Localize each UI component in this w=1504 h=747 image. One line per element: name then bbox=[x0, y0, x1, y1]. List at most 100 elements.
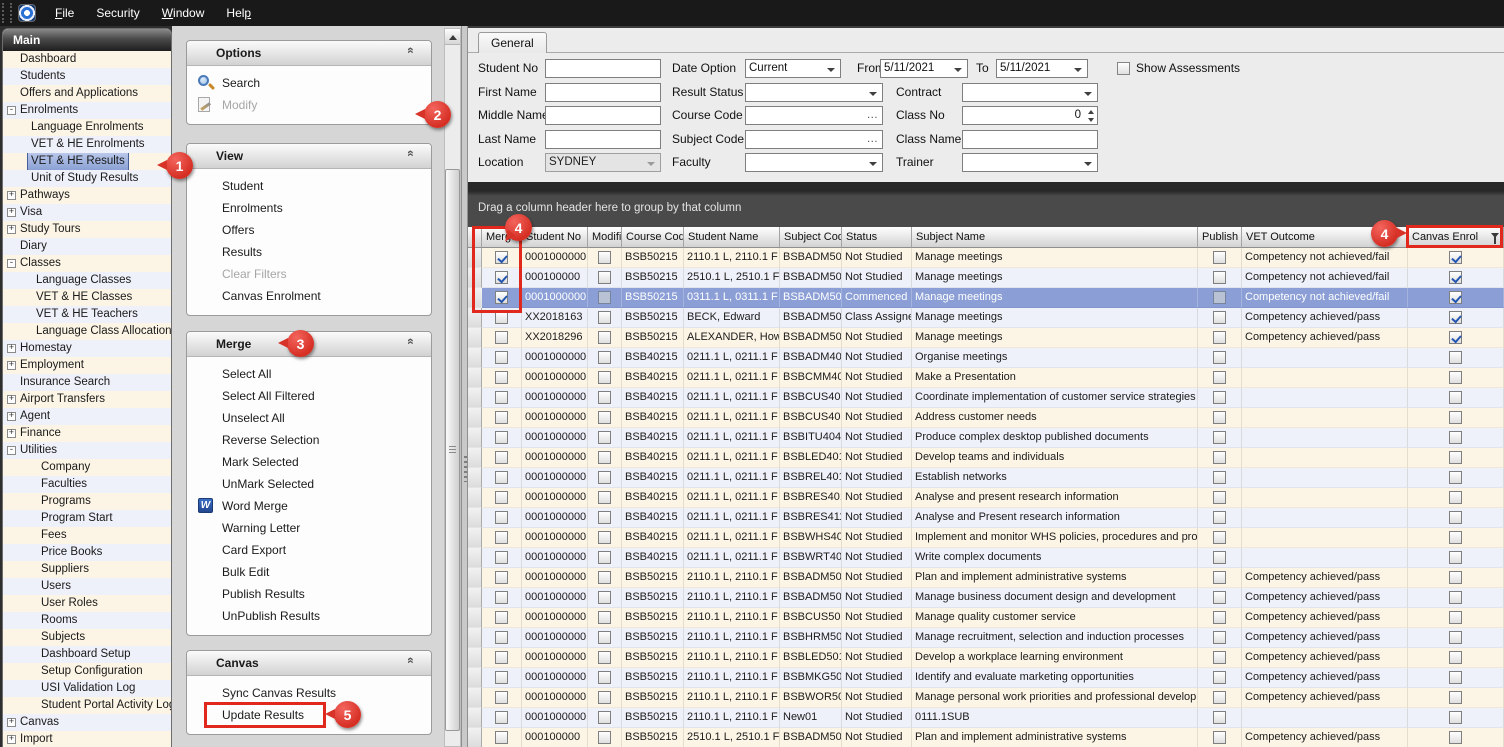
merge-checkbox[interactable] bbox=[495, 611, 508, 624]
table-row[interactable]: 0001000000BSB502152110.1 L, 2110.1 FBSBA… bbox=[468, 248, 1504, 268]
cell-vet-outcome[interactable] bbox=[1242, 368, 1408, 388]
canvas-enrol-checkbox[interactable] bbox=[1449, 731, 1462, 744]
cell-course-code[interactable]: BSB50215 bbox=[622, 328, 684, 348]
cell-status[interactable]: Not Studied bbox=[842, 528, 912, 548]
class-name-input[interactable] bbox=[962, 130, 1098, 149]
cell-student-no[interactable]: 0001000000 bbox=[522, 588, 588, 608]
cell-course-code[interactable]: BSB40215 bbox=[622, 548, 684, 568]
panel-scrollbar[interactable] bbox=[444, 28, 461, 747]
publish-checkbox[interactable] bbox=[1213, 451, 1226, 464]
modified-checkbox[interactable] bbox=[598, 551, 611, 564]
cell-subject-code[interactable]: BSBCUS401 bbox=[780, 388, 842, 408]
cell-vet-outcome[interactable]: Competency achieved/pass bbox=[1242, 568, 1408, 588]
cell-vet-outcome[interactable] bbox=[1242, 508, 1408, 528]
publish-checkbox[interactable] bbox=[1213, 591, 1226, 604]
sidebar-item-vet-he-teachers[interactable]: VET & HE Teachers bbox=[3, 306, 171, 323]
publish-checkbox[interactable] bbox=[1213, 331, 1226, 344]
sidebar-item-price-books[interactable]: Price Books bbox=[3, 544, 171, 561]
cell-subject-name[interactable]: Manage meetings bbox=[912, 248, 1198, 268]
action-select-all-filtered[interactable]: Select All Filtered bbox=[187, 385, 431, 407]
table-row[interactable]: XX2018163BSB50215BECK, EdwardBSBADM502Cl… bbox=[468, 308, 1504, 328]
column-header-vet-outcome[interactable]: VET Outcome bbox=[1242, 227, 1408, 248]
publish-checkbox[interactable] bbox=[1213, 391, 1226, 404]
cell-course-code[interactable]: BSB40215 bbox=[622, 508, 684, 528]
cell-status[interactable]: Not Studied bbox=[842, 388, 912, 408]
canvas-enrol-checkbox[interactable] bbox=[1449, 251, 1462, 264]
cell-subject-name[interactable]: Manage quality customer service bbox=[912, 608, 1198, 628]
cell-status[interactable]: Not Studied bbox=[842, 688, 912, 708]
cell-subject-name[interactable]: Identify and evaluate marketing opportun… bbox=[912, 668, 1198, 688]
canvas-enrol-checkbox[interactable] bbox=[1449, 291, 1462, 304]
faculty-select[interactable] bbox=[745, 153, 883, 172]
table-row[interactable]: 0001000000BSB502152110.1 L, 2110.1 FBSBH… bbox=[468, 628, 1504, 648]
publish-checkbox[interactable] bbox=[1213, 511, 1226, 524]
publish-checkbox[interactable] bbox=[1213, 651, 1226, 664]
action-canvas-enrolment[interactable]: Canvas Enrolment bbox=[187, 285, 431, 307]
publish-checkbox[interactable] bbox=[1213, 431, 1226, 444]
table-row[interactable]: 0001000000BSB502152110.1 L, 2110.1 FNew0… bbox=[468, 708, 1504, 728]
last-name-input[interactable] bbox=[545, 130, 661, 149]
action-offers[interactable]: Offers bbox=[187, 219, 431, 241]
canvas-enrol-checkbox[interactable] bbox=[1449, 431, 1462, 444]
table-row[interactable]: 0001000000BSB502152110.1 L, 2110.1 FBSBM… bbox=[468, 668, 1504, 688]
group-by-band[interactable]: Drag a column header here to group by th… bbox=[468, 182, 1504, 227]
cell-status[interactable]: Not Studied bbox=[842, 248, 912, 268]
cell-student-no[interactable]: 0001000000 bbox=[522, 368, 588, 388]
cell-student-name[interactable]: 0211.1 L, 0211.1 F bbox=[684, 428, 780, 448]
table-row[interactable]: 0001000000BSB402150211.1 L, 0211.1 FBSBA… bbox=[468, 348, 1504, 368]
sidebar-item-language-class-allocation[interactable]: Language Class Allocation bbox=[3, 323, 171, 340]
sidebar-item-classes[interactable]: -Classes bbox=[3, 255, 171, 272]
cell-course-code[interactable]: BSB40215 bbox=[622, 428, 684, 448]
expand-icon[interactable]: + bbox=[7, 429, 16, 438]
sidebar-item-import[interactable]: +Import bbox=[3, 731, 171, 747]
merge-checkbox[interactable] bbox=[495, 491, 508, 504]
cell-student-no[interactable]: 0001000000 bbox=[522, 608, 588, 628]
canvas-enrol-checkbox[interactable] bbox=[1449, 591, 1462, 604]
sidebar-item-agent[interactable]: +Agent bbox=[3, 408, 171, 425]
merge-checkbox[interactable] bbox=[495, 271, 508, 284]
column-header-course-code[interactable]: Course Code bbox=[622, 227, 684, 248]
collapse-chevron-icon[interactable]: « bbox=[409, 657, 423, 667]
cell-subject-code[interactable]: BSBADM502 bbox=[780, 268, 842, 288]
publish-checkbox[interactable] bbox=[1213, 631, 1226, 644]
cell-student-no[interactable]: 0001000000 bbox=[522, 288, 588, 308]
canvas-enrol-checkbox[interactable] bbox=[1449, 671, 1462, 684]
publish-checkbox[interactable] bbox=[1213, 671, 1226, 684]
cell-course-code[interactable]: BSB50215 bbox=[622, 608, 684, 628]
cell-vet-outcome[interactable] bbox=[1242, 348, 1408, 368]
modified-checkbox[interactable] bbox=[598, 711, 611, 724]
sidebar-item-utilities[interactable]: -Utilities bbox=[3, 442, 171, 459]
cell-student-name[interactable]: 2110.1 L, 2110.1 F bbox=[684, 568, 780, 588]
modified-checkbox[interactable] bbox=[598, 371, 611, 384]
cell-student-name[interactable]: 0211.1 L, 0211.1 F bbox=[684, 528, 780, 548]
cell-subject-code[interactable]: BSBHRM506 bbox=[780, 628, 842, 648]
cell-subject-code[interactable]: BSBMKG501 bbox=[780, 668, 842, 688]
cell-subject-code[interactable]: BSBITU404 bbox=[780, 428, 842, 448]
panel-view-title[interactable]: View« bbox=[187, 144, 431, 169]
table-row[interactable]: 0001000000BSB402150211.1 L, 0211.1 FBSBW… bbox=[468, 548, 1504, 568]
cell-vet-outcome[interactable]: Competency achieved/pass bbox=[1242, 628, 1408, 648]
cell-status[interactable]: Not Studied bbox=[842, 628, 912, 648]
cell-vet-outcome[interactable]: Competency not achieved/fail bbox=[1242, 288, 1408, 308]
cell-course-code[interactable]: BSB40215 bbox=[622, 408, 684, 428]
cell-status[interactable]: Not Studied bbox=[842, 328, 912, 348]
subject-code-input[interactable] bbox=[745, 130, 883, 149]
sidebar-item-setup-configuration[interactable]: Setup Configuration bbox=[3, 663, 171, 680]
table-row[interactable]: 0001000000BSB502152110.1 L, 2110.1 FBSBA… bbox=[468, 588, 1504, 608]
cell-student-no[interactable]: 0001000000 bbox=[522, 528, 588, 548]
cell-student-name[interactable]: 0211.1 L, 0211.1 F bbox=[684, 548, 780, 568]
table-row[interactable]: 0001000000BSB502152110.1 L, 2110.1 FBSBA… bbox=[468, 568, 1504, 588]
publish-checkbox[interactable] bbox=[1213, 731, 1226, 744]
cell-student-name[interactable]: ALEXANDER, Howar bbox=[684, 328, 780, 348]
cell-subject-name[interactable]: Manage personal work priorities and prof… bbox=[912, 688, 1198, 708]
menu-item-file[interactable]: File bbox=[44, 0, 85, 26]
cell-student-name[interactable]: 0211.1 L, 0211.1 F bbox=[684, 448, 780, 468]
table-row[interactable]: 0001000000BSB502150311.1 L, 0311.1 FBSBA… bbox=[468, 288, 1504, 308]
modified-checkbox[interactable] bbox=[598, 731, 611, 744]
cell-status[interactable]: Commenced bbox=[842, 288, 912, 308]
cell-student-no[interactable]: 0001000000 bbox=[522, 468, 588, 488]
cell-student-no[interactable]: 0001000000 bbox=[522, 548, 588, 568]
cell-vet-outcome[interactable] bbox=[1242, 448, 1408, 468]
class-no-stepper[interactable]: 0 bbox=[962, 106, 1098, 125]
cell-course-code[interactable]: BSB40215 bbox=[622, 528, 684, 548]
